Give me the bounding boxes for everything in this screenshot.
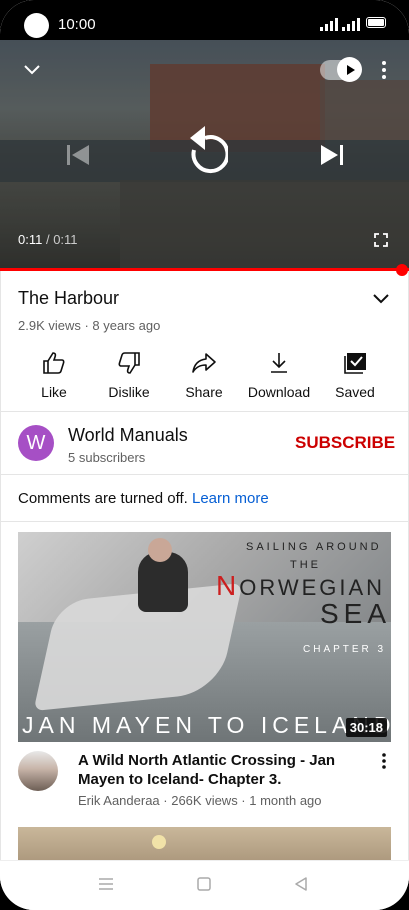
system-nav-bar [0, 860, 409, 910]
divider [0, 521, 409, 522]
menu-nav-button[interactable] [98, 877, 114, 894]
battery-icon [366, 17, 386, 28]
video-thumbnail[interactable]: SAILING AROUND THE NORWEGIAN SEA CHAPTER… [18, 532, 391, 742]
thumb-down-icon [118, 352, 140, 374]
video-meta: 2.9K views · 8 years ago [18, 318, 161, 333]
subscribe-button[interactable]: SUBSCRIBE [295, 433, 395, 453]
more-vert-icon [382, 61, 386, 79]
download-button[interactable]: Download [239, 346, 319, 400]
replay-icon [190, 126, 230, 174]
status-time: 10:00 [58, 16, 96, 33]
recommended-video-meta: Erik Aanderaa · 266K views · 1 month ago [78, 793, 322, 808]
dislike-button[interactable]: Dislike [89, 346, 169, 400]
playback-time: 0:11 / 0:11 [18, 232, 78, 247]
saved-button[interactable]: Saved [315, 346, 395, 400]
download-icon [271, 353, 287, 373]
replay-button[interactable] [182, 124, 230, 183]
chevron-down-icon [24, 65, 40, 75]
wifi-signal-icon [320, 18, 338, 31]
camera-cutout [24, 13, 49, 38]
autoplay-toggle[interactable] [320, 57, 362, 82]
saved-icon [344, 353, 366, 374]
progress-bar[interactable] [0, 268, 409, 271]
skip-previous-icon [67, 145, 89, 165]
channel-name[interactable]: World Manuals [68, 425, 188, 446]
more-options-button[interactable] [380, 60, 388, 83]
phone-screen: 10:00 0:11 / 0:11 The Harbour 2.9K views… [0, 0, 409, 910]
fullscreen-icon [374, 233, 388, 247]
next-button[interactable] [320, 144, 344, 169]
skip-next-icon [321, 145, 343, 165]
divider [0, 411, 409, 412]
recommended-video-title[interactable]: A Wild North Atlantic Crossing - Jan May… [78, 751, 368, 789]
total-duration: 0:11 [53, 232, 78, 247]
back-nav-button[interactable] [294, 877, 308, 894]
learn-more-link[interactable]: Learn more [192, 490, 269, 507]
action-bar: Like Dislike Share Download Saved [0, 346, 409, 406]
uploader-avatar[interactable] [18, 751, 58, 791]
home-square-icon [197, 877, 211, 891]
divider [0, 474, 409, 475]
like-button[interactable]: Like [14, 346, 94, 400]
play-icon [346, 64, 355, 75]
share-button[interactable]: Share [164, 346, 244, 400]
video-player[interactable]: 0:11 / 0:11 [0, 40, 409, 269]
subscriber-count: 5 subscribers [68, 450, 146, 465]
menu-icon [99, 878, 113, 890]
elapsed-time: 0:11 [18, 232, 43, 247]
duration-badge: 30:18 [345, 718, 387, 737]
previous-button[interactable] [66, 144, 90, 169]
minimize-button[interactable] [22, 62, 42, 79]
home-nav-button[interactable] [197, 877, 211, 894]
channel-avatar[interactable]: W [18, 425, 54, 461]
comments-notice: Comments are turned off. Learn more [18, 490, 269, 507]
video-title: The Harbour [18, 288, 120, 308]
back-triangle-icon [295, 877, 307, 891]
expand-description-icon[interactable] [372, 292, 390, 306]
fullscreen-button[interactable] [374, 233, 388, 250]
more-vert-icon[interactable] [380, 752, 388, 770]
thumb-up-icon [43, 352, 65, 374]
scrubber-handle[interactable] [396, 264, 408, 276]
cell-signal-icon [342, 18, 360, 31]
share-icon [192, 353, 216, 373]
